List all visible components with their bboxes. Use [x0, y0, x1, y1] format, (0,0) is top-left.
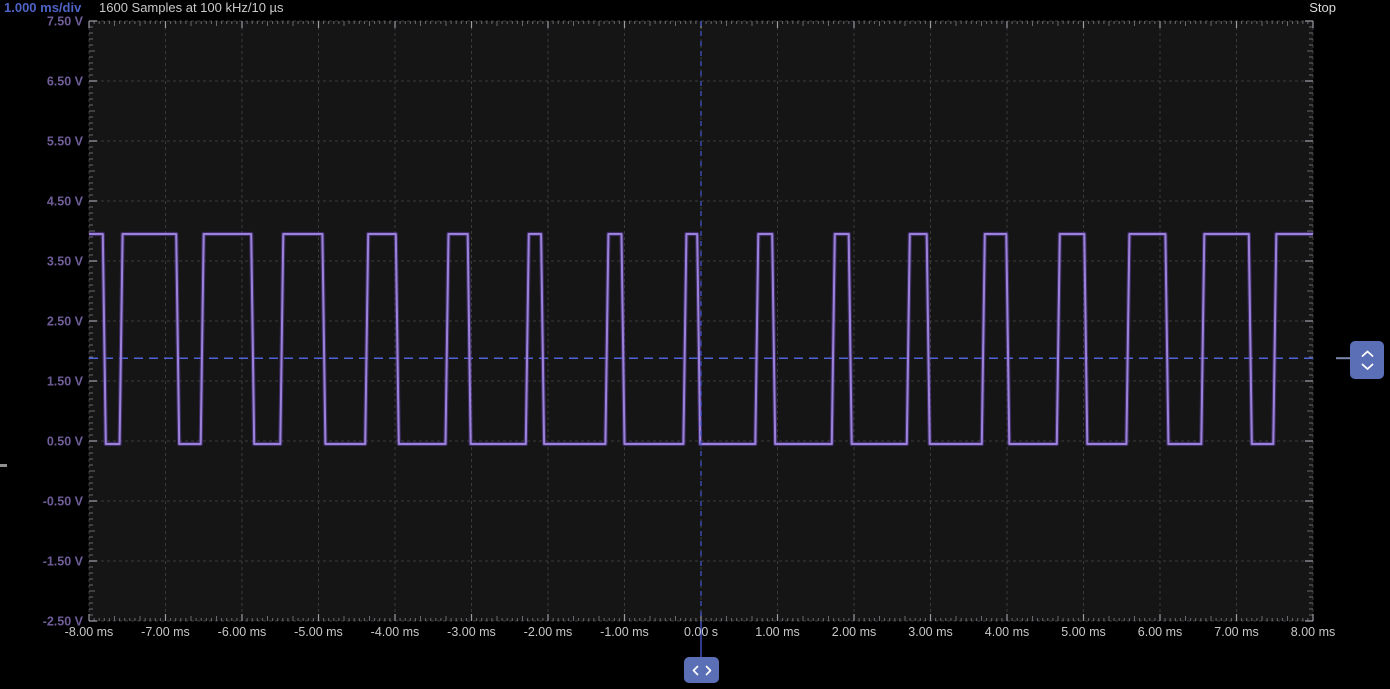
y-axis-tick-label: 7.50 V: [47, 15, 84, 29]
x-axis-tick-label: -2.00 ms: [524, 625, 573, 639]
x-axis-tick-label: -6.00 ms: [218, 625, 267, 639]
x-axis-tick-label: 6.00 ms: [1138, 625, 1182, 639]
x-axis-tick-label: -7.00 ms: [141, 625, 190, 639]
x-axis-tick-label: 2.00 ms: [832, 625, 876, 639]
y-axis-tick-label: 5.50 V: [47, 135, 84, 149]
oscilloscope-screen: 1.000 ms/div 1600 Samples at 100 kHz/10 …: [0, 0, 1390, 689]
x-axis-tick-label: 3.00 ms: [908, 625, 952, 639]
x-axis-tick-label: 4.00 ms: [985, 625, 1029, 639]
x-axis-tick-label: 1.00 ms: [755, 625, 799, 639]
y-axis-tick-label: 2.50 V: [47, 315, 84, 329]
chevron-down-icon: [1361, 363, 1374, 371]
x-axis-tick-label: 8.00 ms: [1291, 625, 1335, 639]
x-axis-tick-label: -5.00 ms: [294, 625, 343, 639]
x-axis-tick-label: 0.00 s: [684, 625, 718, 639]
waveform-plot-canvas[interactable]: 7.50 V 6.50 V 5.50 V 4.50 V 3.50 V 2.50 V 1.50…: [0, 0, 1390, 689]
y-axis-tick-label: 1.50 V: [47, 375, 84, 389]
x-axis-tick-label: -3.00 ms: [447, 625, 496, 639]
x-axis-tick-label: -8.00 ms: [65, 625, 114, 639]
left-edge-marker: [0, 464, 7, 467]
x-axis-tick-label: 5.00 ms: [1061, 625, 1105, 639]
y-axis-tick-label: 4.50 V: [47, 195, 84, 209]
chevron-up-icon: [1361, 350, 1374, 358]
x-axis-tick-label: 7.00 ms: [1214, 625, 1258, 639]
trigger-level-handle[interactable]: [1350, 341, 1384, 379]
x-axis-tick-label: -1.00 ms: [600, 625, 649, 639]
y-axis-tick-label: 3.50 V: [47, 255, 84, 269]
chevron-right-icon: [704, 665, 713, 676]
y-axis-tick-label: -0.50 V: [43, 495, 84, 509]
x-axis-tick-label: -4.00 ms: [371, 625, 420, 639]
horizontal-position-handle[interactable]: [684, 657, 719, 683]
y-axis-tick-label: -1.50 V: [43, 555, 84, 569]
y-axis-tick-label: 0.50 V: [47, 435, 84, 449]
chevron-left-icon: [691, 665, 700, 676]
y-axis-tick-label: 6.50 V: [47, 75, 84, 89]
